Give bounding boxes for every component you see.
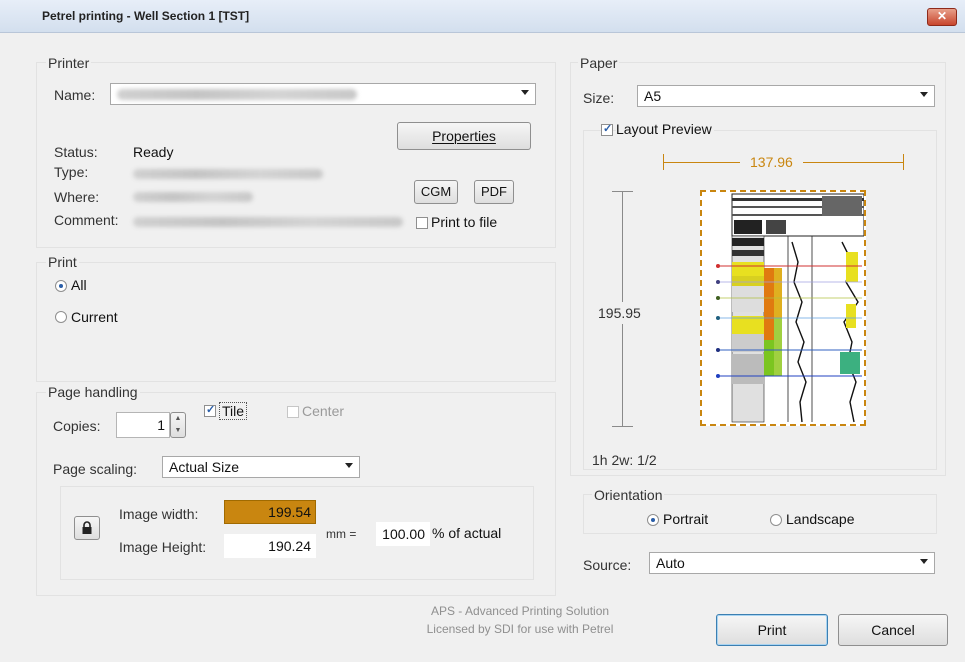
lock-aspect-button[interactable] — [74, 516, 100, 540]
page-preview-thumbnail — [700, 190, 866, 426]
page-scaling-label: Page scaling: — [53, 461, 138, 477]
landscape-label: Landscape — [786, 511, 855, 527]
paper-size-label: Size: — [583, 90, 615, 106]
chevron-down-icon — [920, 92, 928, 97]
percent-of-actual-label: % of actual — [432, 525, 502, 541]
product-name: APS - Advanced Printing Solution — [430, 604, 610, 618]
width-dimension-tick-left — [663, 154, 664, 170]
printer-name-label: Name: — [54, 87, 96, 103]
paper-size-select[interactable]: A5 — [637, 85, 935, 107]
page-scaling-value: Actual Size — [169, 459, 240, 475]
portrait-label: Portrait — [663, 511, 709, 527]
status-label: Status: — [54, 144, 98, 160]
height-dimension-value: 195.95 — [598, 302, 641, 324]
cgm-button[interactable]: CGM — [414, 180, 458, 204]
printer-name-redacted — [117, 89, 357, 100]
page-info: 1h 2w: 1/2 — [592, 452, 657, 468]
mm-equals-label: mm = — [326, 527, 357, 541]
copies-label: Copies: — [53, 418, 101, 434]
layout-preview-checkbox[interactable] — [601, 122, 613, 136]
copies-input[interactable]: 1 — [116, 412, 170, 438]
print-button[interactable]: Print — [716, 614, 828, 646]
orientation-group-title: Orientation — [592, 487, 665, 503]
print-to-file-label: Print to file — [431, 214, 498, 230]
properties-button-label: Properties — [432, 128, 496, 144]
window-title: Petrel printing - Well Section 1 [TST] — [42, 9, 250, 23]
type-value-redacted — [133, 169, 323, 179]
where-label: Where: — [54, 189, 100, 205]
print-current-radio[interactable] — [55, 311, 67, 323]
tile-label: Tile — [219, 402, 248, 420]
license-text: Licensed by SDI for use with Petrel — [426, 622, 614, 636]
status-value: Ready — [133, 144, 174, 160]
where-value-redacted — [133, 192, 253, 202]
image-height-label: Image Height: — [119, 539, 207, 555]
title-bar: Petrel printing - Well Section 1 [TST] ✕ — [0, 0, 965, 33]
comment-value-redacted — [133, 217, 403, 227]
spin-down-icon[interactable]: ▼ — [171, 425, 185, 437]
print-to-file-checkbox[interactable] — [416, 217, 428, 229]
printer-group-title: Printer — [46, 55, 92, 71]
image-height-input[interactable]: 190.24 — [224, 534, 316, 558]
well-section-preview-image — [716, 193, 864, 423]
layout-preview-label: Layout Preview — [616, 121, 714, 137]
source-select[interactable]: Auto — [649, 552, 935, 574]
height-dimension-tick-bottom — [612, 426, 633, 427]
comment-label: Comment: — [54, 212, 119, 228]
print-all-label: All — [71, 277, 87, 293]
cancel-button[interactable]: Cancel — [838, 614, 948, 646]
spin-up-icon[interactable]: ▲ — [171, 413, 185, 425]
printer-name-select[interactable] — [110, 83, 536, 105]
type-label: Type: — [54, 164, 89, 180]
print-group-title: Print — [46, 254, 79, 270]
chevron-down-icon — [920, 559, 928, 564]
source-label: Source: — [583, 557, 632, 573]
print-current-label: Current — [71, 309, 118, 325]
lock-icon — [82, 521, 92, 534]
height-dimension-tick-top — [612, 191, 633, 192]
center-checkbox[interactable] — [287, 406, 299, 418]
page-scaling-select[interactable]: Actual Size — [162, 456, 360, 478]
source-value: Auto — [656, 555, 685, 571]
portrait-radio[interactable] — [647, 514, 659, 526]
properties-button[interactable]: Properties — [397, 122, 531, 150]
chevron-down-icon — [345, 463, 353, 468]
width-dimension-tick-right — [903, 154, 904, 170]
copies-spinner[interactable]: ▲ ▼ — [170, 412, 186, 438]
pdf-button[interactable]: PDF — [474, 180, 514, 204]
page-handling-group-title: Page handling — [46, 384, 140, 400]
image-width-input[interactable]: 199.54 — [224, 500, 316, 524]
chevron-down-icon — [521, 90, 529, 95]
print-all-radio[interactable] — [55, 280, 67, 292]
tile-checkbox[interactable] — [204, 403, 216, 417]
paper-group-title: Paper — [578, 55, 620, 71]
landscape-radio[interactable] — [770, 514, 782, 526]
paper-size-value: A5 — [644, 88, 662, 104]
image-width-label: Image width: — [119, 506, 199, 522]
center-label: Center — [302, 403, 345, 419]
width-dimension-value: 137.96 — [740, 154, 803, 170]
percent-input[interactable]: 100.00 — [376, 522, 430, 546]
close-button[interactable]: ✕ — [927, 8, 957, 26]
